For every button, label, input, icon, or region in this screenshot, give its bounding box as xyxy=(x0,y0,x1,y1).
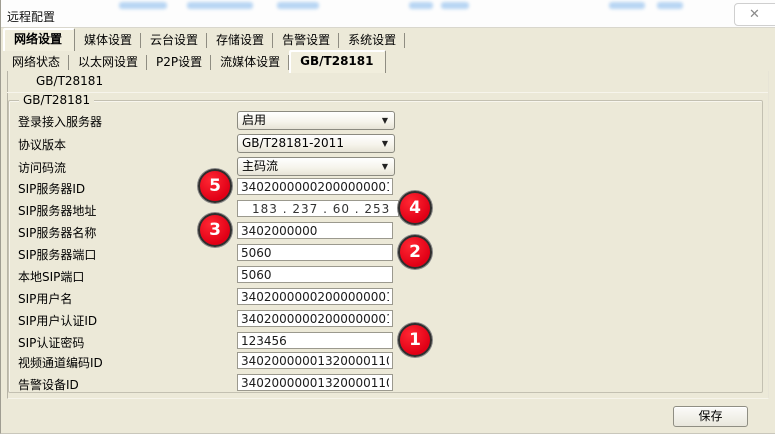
local-sip-port-input[interactable] xyxy=(237,266,393,283)
title-bar: 远程配置 ✕ xyxy=(1,0,775,28)
field-label: 本地SIP端口 xyxy=(18,268,84,285)
chevron-down-icon: ▼ xyxy=(382,116,388,125)
protocol-version-dropdown[interactable]: GB/T28181-2011 ▼ xyxy=(237,134,395,153)
groupbox-legend: GB/T28181 xyxy=(19,93,94,107)
chevron-down-icon: ▼ xyxy=(382,139,388,148)
dropdown-value: 主码流 xyxy=(242,158,382,175)
login-access-server-dropdown[interactable]: 启用 ▼ xyxy=(237,111,395,130)
annotation-badge-3: 3 xyxy=(198,213,232,247)
tab-ethernet-settings[interactable]: 以太网设置 xyxy=(69,52,147,73)
field-label: 告警设备ID xyxy=(18,376,79,393)
tab-gbt28181[interactable]: GB/T28181 xyxy=(289,50,386,73)
subtitle-divider xyxy=(7,92,768,93)
dialog-title: 远程配置 xyxy=(7,8,55,25)
background-artifact xyxy=(277,2,319,9)
annotation-badge-1: 1 xyxy=(398,323,432,357)
form-row: 本地SIP端口 xyxy=(9,266,762,284)
form-row: SIP认证密码 1 xyxy=(9,332,762,350)
form-row: SIP服务器端口 2 xyxy=(9,244,762,262)
sip-user-auth-id-input[interactable] xyxy=(237,310,393,327)
tab-stream-media-settings[interactable]: 流媒体设置 xyxy=(211,52,289,73)
form-row: SIP服务器ID 5 xyxy=(9,178,762,196)
dropdown-value: 启用 xyxy=(242,112,382,129)
background-artifact xyxy=(409,2,433,9)
form-row: 登录接入服务器 启用 ▼ xyxy=(9,111,762,129)
sip-server-name-input[interactable] xyxy=(237,222,393,239)
tab-ptz-settings[interactable]: 云台设置 xyxy=(141,30,207,51)
tab-media-settings[interactable]: 媒体设置 xyxy=(75,30,141,51)
tab-system-settings[interactable]: 系统设置 xyxy=(339,30,405,51)
background-artifact xyxy=(441,2,469,9)
tab-alarm-settings[interactable]: 告警设置 xyxy=(273,30,339,51)
sip-username-input[interactable] xyxy=(237,288,393,305)
chevron-down-icon: ▼ xyxy=(382,162,388,171)
sip-server-id-input[interactable] xyxy=(237,178,393,195)
form-row: SIP服务器名称 3 xyxy=(9,222,762,240)
primary-tab-strip: 网络设置 媒体设置 云台设置 存储设置 告警设置 系统设置 xyxy=(3,29,405,51)
alarm-device-id-input[interactable] xyxy=(237,374,393,391)
sip-auth-password-input[interactable] xyxy=(237,332,393,349)
gbt28181-groupbox: GB/T28181 登录接入服务器 启用 ▼ 协议版本 GB/T28181-20… xyxy=(8,100,763,393)
field-label: SIP用户认证ID xyxy=(18,312,97,329)
field-label: SIP服务器端口 xyxy=(18,246,96,263)
secondary-tab-strip: 网络状态 以太网设置 P2P设置 流媒体设置 GB/T28181 xyxy=(3,51,386,73)
form-row: 访问码流 主码流 ▼ xyxy=(9,157,762,175)
field-label: SIP服务器名称 xyxy=(18,224,96,241)
background-artifact xyxy=(657,2,683,9)
field-label: SIP用户名 xyxy=(18,290,72,307)
field-label: SIP服务器ID xyxy=(18,180,85,197)
background-artifact xyxy=(609,2,645,9)
close-button[interactable]: ✕ xyxy=(734,3,775,26)
dropdown-value: GB/T28181-2011 xyxy=(242,135,382,152)
form-row: SIP用户认证ID xyxy=(9,310,762,328)
field-label: SIP服务器地址 xyxy=(18,202,96,219)
background-artifact xyxy=(187,2,253,9)
form-row: 视频通道编码ID xyxy=(9,352,762,370)
tab-network-settings[interactable]: 网络设置 xyxy=(3,28,75,51)
form-row: 告警设备ID xyxy=(9,374,762,392)
remote-config-dialog: 远程配置 ✕ 网络设置 媒体设置 云台设置 存储设置 告警设置 系统设置 网络状… xyxy=(0,0,775,434)
field-label: 访问码流 xyxy=(18,159,66,176)
page-subtitle: GB/T28181 xyxy=(36,74,103,88)
tab-p2p-settings[interactable]: P2P设置 xyxy=(147,52,211,73)
save-button[interactable]: 保存 xyxy=(673,406,748,427)
annotation-badge-5: 5 xyxy=(198,169,232,203)
sip-server-address-input[interactable] xyxy=(237,200,399,217)
sip-server-port-input[interactable] xyxy=(237,244,393,261)
annotation-badge-4: 4 xyxy=(398,191,432,225)
form-row: SIP用户名 xyxy=(9,288,762,306)
close-icon: ✕ xyxy=(749,7,760,22)
field-label: 协议版本 xyxy=(18,136,66,153)
form-row: 协议版本 GB/T28181-2011 ▼ xyxy=(9,134,762,152)
annotation-badge-2: 2 xyxy=(398,235,432,269)
video-channel-encode-id-input[interactable] xyxy=(237,352,393,369)
field-label: 登录接入服务器 xyxy=(18,113,102,130)
field-label: SIP认证密码 xyxy=(18,334,84,351)
form-row: SIP服务器地址 4 xyxy=(9,200,762,218)
access-stream-dropdown[interactable]: 主码流 ▼ xyxy=(237,157,395,176)
field-label: 视频通道编码ID xyxy=(18,354,103,371)
background-artifact xyxy=(119,2,167,9)
tab-network-status[interactable]: 网络状态 xyxy=(3,52,69,73)
tab-storage-settings[interactable]: 存储设置 xyxy=(207,30,273,51)
